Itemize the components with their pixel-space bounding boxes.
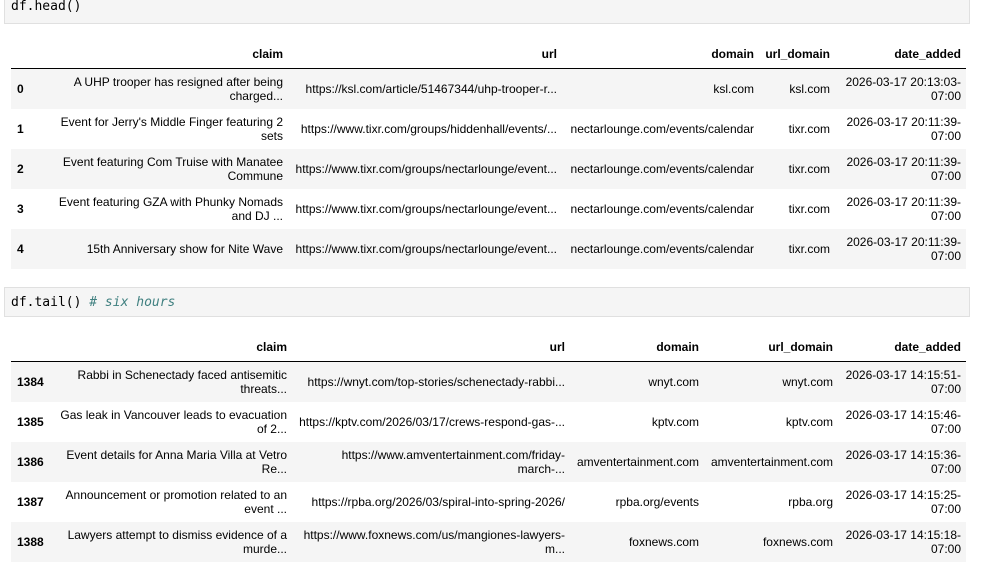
code-text: df.head() [11,0,82,14]
cell-url-domain: ksl.com [789,81,830,96]
cell-claim: Event featuring Com Truise with Manatee … [62,154,283,183]
cell-url-domain: tixr.com [788,121,830,136]
cell-domain: nectarlounge.com/events/calendar [570,161,754,176]
cell-date-added: 2026-03-17 14:15:36-07:00 [845,447,961,476]
cell-domain: wnyt.com [648,374,699,389]
row-index: 1388 [17,534,44,549]
table-row: 1384 Rabbi in Schenectady faced antisemit… [11,361,966,402]
cell-domain: rpba.org/events [615,494,699,509]
table-row: 1388 Lawyers attempt to dismiss evidence … [11,521,966,562]
cell-claim: A UHP trooper has resigned after being c… [73,74,283,103]
row-index: 3 [17,201,24,216]
cell-url: https://rpba.org/2026/03/spiral-into-spr… [311,494,565,509]
cell-domain: nectarlounge.com/events/calendar [570,241,754,256]
cell-url-domain: kptv.com [785,414,833,429]
cell-url: https://www.tixr.com/groups/nectarlounge… [295,241,557,256]
cell-claim: Event featuring GZA with Phunky Nomads a… [58,194,283,223]
row-index: 4 [17,241,24,256]
table-row: 2 Event featuring Com Truise with Manatee… [11,148,966,189]
column-header-url-domain: url_domain [704,333,838,362]
cell-domain: foxnews.com [628,534,699,549]
column-header-date-added: date_added [835,40,966,69]
cell-domain: kptv.com [651,414,699,429]
cell-url: https://www.tixr.com/groups/nectarlounge… [295,161,557,176]
cell-date-added: 2026-03-17 20:11:39-07:00 [846,154,961,183]
code-text: df.tail() [11,295,82,310]
column-header-date-added: date_added [838,333,966,362]
index-header [11,333,55,362]
row-index: 1384 [17,374,44,389]
cell-claim: Gas leak in Vancouver leads to evacuatio… [60,407,287,436]
code-comment: # six hours [89,295,176,310]
row-index: 1 [17,121,24,136]
cell-url: https://wnyt.com/top-stories/schenectady… [307,374,565,389]
table-body: 0 A UHP trooper has resigned after being … [11,68,966,269]
cell-domain: amventertainment.com [576,454,699,469]
cell-domain: ksl.com [713,81,754,96]
cell-claim: Lawyers attempt to dismiss evidence of a… [67,527,287,556]
cell-claim: Announcement or promotion related to an … [65,487,287,516]
table-header-row: claim url domain url_domain date_added [11,40,966,69]
cell-url: https://www.foxnews.com/us/mangiones-law… [303,527,565,556]
table-row: 1387 Announcement or promotion related to… [11,482,966,522]
table-body: 1384 Rabbi in Schenectady faced antisemit… [11,361,966,562]
cell-claim: Event for Jerry's Middle Finger featurin… [60,114,283,143]
column-header-url: url [288,40,562,69]
dataframe-head-table: claim url domain url_domain date_added 0… [11,40,966,269]
cell-date-added: 2026-03-17 20:13:03-07:00 [845,74,961,103]
cell-url-domain: tixr.com [788,241,830,256]
cell-url: https://kptv.com/2026/03/17/crews-respon… [299,414,565,429]
cell-date-added: 2026-03-17 14:15:25-07:00 [845,487,961,516]
cell-claim: Event details for Anna Maria Villa at Ve… [66,447,287,476]
row-index: 1385 [17,414,44,429]
cell-url-domain: rpba.org [788,494,833,509]
column-header-url: url [292,333,570,362]
cell-date-added: 2026-03-17 20:11:39-07:00 [846,114,961,143]
code-cell-head[interactable]: df.head() [4,0,970,24]
cell-url: https://www.amventertainment.com/friday-… [341,447,565,476]
cell-domain: nectarlounge.com/events/calendar [570,121,754,136]
index-header [11,40,43,69]
cell-date-added: 2026-03-17 20:11:39-07:00 [846,194,961,223]
column-header-claim: claim [43,40,288,69]
row-index: 1387 [17,494,44,509]
cell-url-domain: tixr.com [788,161,830,176]
column-header-domain: domain [570,333,704,362]
row-index: 1386 [17,454,44,469]
cell-date-added: 2026-03-17 20:11:39-07:00 [846,234,961,263]
column-header-url-domain: url_domain [759,40,835,69]
dataframe-tail-table: claim url domain url_domain date_added 1… [11,333,966,562]
table-row: 1385 Gas leak in Vancouver leads to evacu… [11,402,966,442]
table-row: 1386 Event details for Anna Maria Villa a… [11,441,966,482]
column-header-claim: claim [55,333,292,362]
cell-url-domain: foxnews.com [762,534,833,549]
table-row: 4 15th Anniversary show for Nite Wave http… [11,228,966,269]
cell-date-added: 2026-03-17 14:15:46-07:00 [845,407,961,436]
table-row: 0 A UHP trooper has resigned after being … [11,68,966,109]
cell-domain: nectarlounge.com/events/calendar [570,201,754,216]
cell-url: https://www.tixr.com/groups/nectarlounge… [295,201,557,216]
cell-date-added: 2026-03-17 14:15:51-07:00 [845,367,961,396]
cell-url-domain: amventertainment.com [710,454,833,469]
row-index: 2 [17,161,24,176]
table-header-row: claim url domain url_domain date_added [11,333,966,362]
cell-url: https://ksl.com/article/51467344/uhp-tro… [305,81,557,96]
table-row: 3 Event featuring GZA with Phunky Nomads … [11,189,966,229]
cell-date-added: 2026-03-17 14:15:18-07:00 [845,527,961,556]
cell-claim: Rabbi in Schenectady faced antisemitic t… [77,367,287,396]
cell-claim: 15th Anniversary show for Nite Wave [86,241,283,256]
cell-url: https://www.tixr.com/groups/hiddenhall/e… [300,121,557,136]
column-header-domain: domain [562,40,759,69]
table-row: 1 Event for Jerry's Middle Finger featuri… [11,109,966,149]
cell-url-domain: tixr.com [788,201,830,216]
code-cell-tail[interactable]: df.tail() # six hours [4,287,970,317]
row-index: 0 [17,81,24,96]
cell-url-domain: wnyt.com [782,374,833,389]
